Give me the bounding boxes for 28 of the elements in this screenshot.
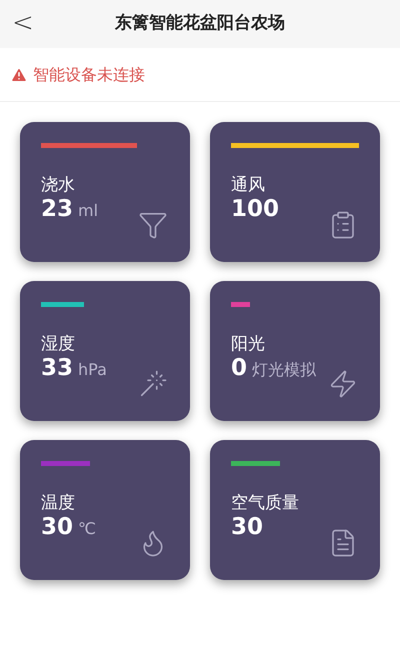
card-value: 33 [41,355,74,381]
lightning-icon [328,369,358,399]
card-label: 空气质量 [231,492,300,514]
card-label: 浇水 [41,174,76,196]
card-value: 30 [231,514,264,540]
wand-icon [138,369,168,399]
sensor-card[interactable]: 温度 30 ℃ [20,440,190,580]
unit-label: hPa [78,359,107,381]
card-label: 湿度 [41,333,76,355]
unit-label: 灯光模拟 [252,359,316,381]
card-value: 100 [231,196,280,222]
card-label: 通风 [231,174,266,196]
sensor-card[interactable]: 阳光 0 灯光模拟 [210,281,380,421]
card-label: 阳光 [231,333,266,355]
sensor-card[interactable]: 通风 100 [210,122,380,262]
page-title: 东篱智能花盆阳台农场 [115,12,285,36]
card-value: 0 [231,355,248,381]
alert-message: 智能设备未连接 [33,64,145,86]
sensor-card[interactable]: 湿度 33 hPa [20,281,190,421]
back-button[interactable]: < [12,8,34,38]
sensor-card[interactable]: 浇水 23 ml [20,122,190,262]
unit-label: ml [78,200,98,222]
card-value: 23 [41,196,74,222]
unit-label: ℃ [78,518,96,540]
funnel-icon [138,210,168,240]
sensor-card[interactable]: 空气质量 30 [210,440,380,580]
card-value: 30 [41,514,74,540]
card-label: 温度 [41,492,76,514]
